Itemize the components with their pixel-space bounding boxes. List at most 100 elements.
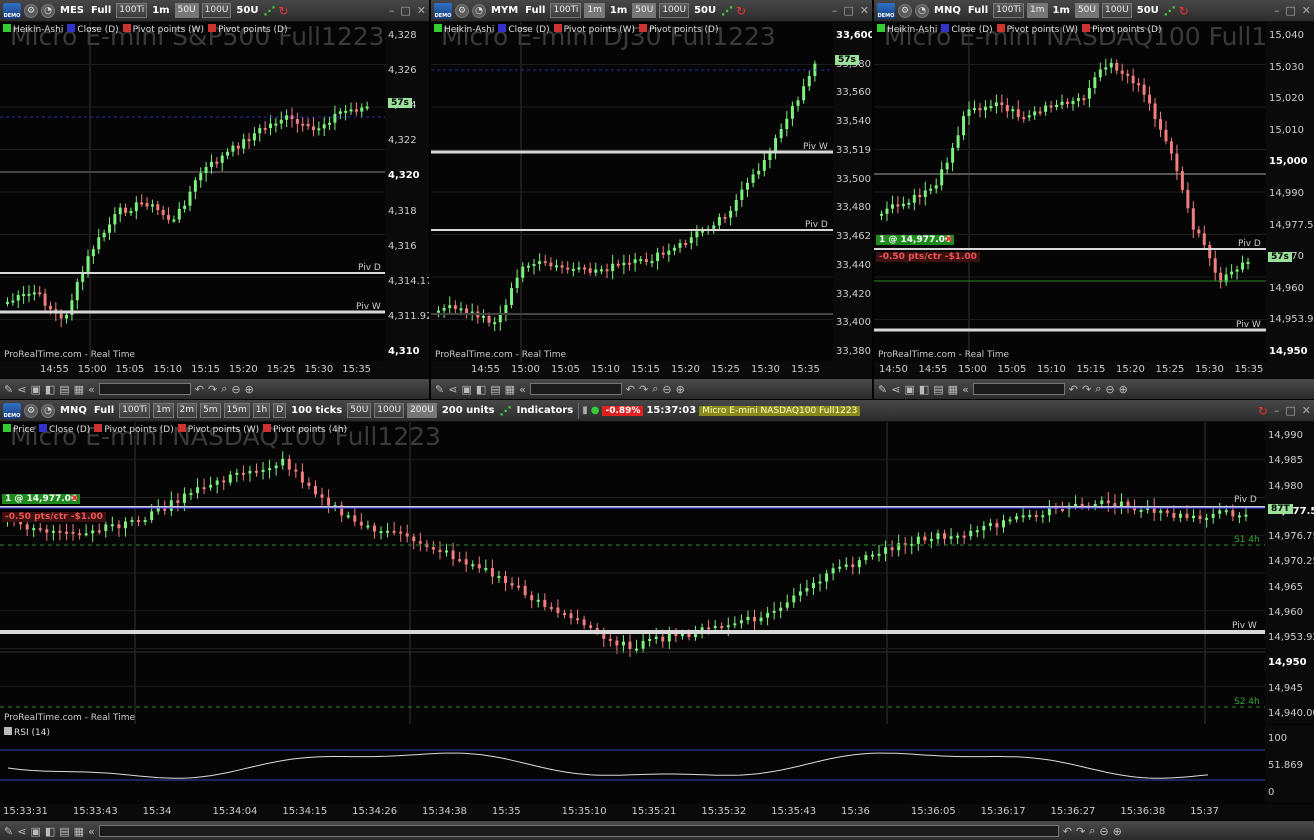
window-icon[interactable]: ◧ [919,383,929,396]
cursor-icon[interactable]: ▣ [30,383,40,396]
redo-icon[interactable]: ↷ [639,383,648,396]
legend-close-d[interactable]: Close (D) [941,24,993,35]
settings-icon[interactable]: ⚙ [24,403,38,418]
scrollbar[interactable] [972,383,1065,395]
cursor-icon[interactable]: ▣ [30,825,40,838]
btn-1m[interactable]: 1m [153,403,174,418]
chart-icon[interactable]: ▦ [74,383,84,396]
ticks-button[interactable]: 100Ti [550,3,582,18]
scroll-left-icon[interactable]: « [962,383,969,396]
indicators-icon[interactable]: ⋰ [500,404,512,418]
symbol-dropdown[interactable]: MES [58,5,86,16]
share-icon[interactable]: ⋖ [891,383,900,396]
share-icon[interactable]: ⋖ [17,383,26,396]
candles-mes[interactable]: Piv D Piv W [0,22,385,362]
chart-type-icon[interactable]: ⋰ [1164,4,1176,18]
units-100-button[interactable]: 100U [201,3,232,18]
minimize-icon[interactable]: – [389,4,395,17]
maximize-icon[interactable]: □ [1285,4,1295,17]
undo-icon[interactable]: ↶ [626,383,635,396]
zoom-out-icon[interactable]: ⊖ [1099,825,1108,838]
units-100-button[interactable]: 100U [1101,3,1132,18]
pencil-icon[interactable]: ✎ [878,383,887,396]
pencil-icon[interactable]: ✎ [435,383,444,396]
undo-icon[interactable]: ↶ [1069,383,1078,396]
zoom-out-icon[interactable]: ⊖ [231,383,240,396]
legend-heikin-ashi[interactable]: Heikin-Ashi [877,24,937,35]
close-position-icon[interactable]: ✖ [68,494,82,504]
redo-icon[interactable]: ↷ [1076,825,1085,838]
candles-mnq[interactable]: Piv D Piv W [874,22,1266,362]
cursor-icon[interactable]: ▣ [461,383,471,396]
units-dropdown[interactable]: 50U [1135,5,1161,16]
layout-icon[interactable]: ▤ [490,383,500,396]
window-icon[interactable]: ◧ [45,825,55,838]
ticks-button[interactable]: 100Ti [116,3,148,18]
legend-close-d[interactable]: Close (D) [498,24,550,35]
layout-icon[interactable]: ▤ [59,825,69,838]
link-icon[interactable]: ◔ [915,3,929,18]
legend-price[interactable]: Price [3,424,35,435]
settings-icon[interactable]: ⚙ [455,3,469,18]
candles-mym[interactable]: Piv W Piv D [431,22,833,362]
indicators-button[interactable]: Indicators [515,405,576,416]
legend-pivot-d[interactable]: Pivot points (D) [639,24,718,35]
btn-200u[interactable]: 200U [407,403,437,418]
scrollbar[interactable] [98,383,191,395]
refresh-icon[interactable]: ↻ [736,4,746,18]
settings-icon[interactable]: ⚙ [24,3,38,18]
share-icon[interactable]: ⋖ [448,383,457,396]
legend-pivot-d[interactable]: Pivot points (D) [94,424,174,435]
redo-icon[interactable]: ↷ [1082,383,1091,396]
btn-15m[interactable]: 15m [223,403,250,418]
btn-5m[interactable]: 5m [200,403,221,418]
zoom-in-icon[interactable]: ⊕ [1113,825,1122,838]
redo-icon[interactable]: ↷ [208,383,217,396]
units-100-button[interactable]: 100U [659,3,690,18]
ticks-dropdown[interactable]: 100 ticks [289,405,344,416]
candles-main[interactable]: Piv D S1 4h Piv W S2 4h [0,422,1265,724]
btn-100ti[interactable]: 100Ti [119,403,151,418]
share-icon[interactable]: ⋖ [17,825,26,838]
layout-icon[interactable]: ▤ [59,383,69,396]
timeframe-dropdown[interactable]: 1m [608,5,629,16]
units-dropdown[interactable]: 200 units [440,405,497,416]
close-icon[interactable]: ✕ [1302,404,1311,418]
legend-pivot-w[interactable]: Pivot points (W) [122,24,204,35]
legend-close-d[interactable]: Close (D) [38,424,90,435]
legend-pivot-d[interactable]: Pivot points (D) [1082,24,1161,35]
chart-type-icon[interactable]: ⋰ [721,4,733,18]
zoom-in-icon[interactable]: ⊕ [676,383,685,396]
scroll-left-icon[interactable]: « [88,825,95,838]
zoom-fit-icon[interactable]: ⌕ [1089,824,1095,838]
undo-icon[interactable]: ↶ [1063,825,1072,838]
btn-100u[interactable]: 100U [374,403,405,418]
refresh-icon[interactable]: ↻ [278,4,288,18]
symbol-dropdown[interactable]: MYM [489,5,520,16]
minimize-icon[interactable]: – [832,4,838,17]
ticks-button[interactable]: 100Ti [993,3,1025,18]
minute-button[interactable]: 1m [1027,3,1048,18]
maximize-icon[interactable]: □ [1285,404,1295,418]
layout-icon[interactable]: ▤ [933,383,943,396]
legend-pivot-w[interactable]: Pivot points (W) [553,24,635,35]
maximize-icon[interactable]: □ [843,4,853,17]
close-icon[interactable]: ✕ [860,4,869,17]
zoom-fit-icon[interactable]: ⌕ [221,382,227,396]
pencil-icon[interactable]: ✎ [4,383,13,396]
chart-icon[interactable]: ▦ [505,383,515,396]
close-icon[interactable]: ✕ [417,4,426,17]
info-icon[interactable]: ▮ [582,405,588,416]
legend-heikin-ashi[interactable]: Heikin-Ashi [3,24,63,35]
mode-dropdown[interactable]: Full [92,405,116,416]
symbol-dropdown[interactable]: MNQ [932,5,963,16]
zoom-fit-icon[interactable]: ⌕ [1095,382,1101,396]
refresh-icon[interactable]: ↻ [1258,404,1268,418]
timeframe-dropdown[interactable]: 1m [1051,5,1072,16]
scroll-left-icon[interactable]: « [519,383,526,396]
legend-pivot-w[interactable]: Pivot points (W) [996,24,1078,35]
link-icon[interactable]: ◔ [41,3,55,18]
zoom-fit-icon[interactable]: ⌕ [652,382,658,396]
mode-dropdown[interactable]: Full [523,5,547,16]
link-icon[interactable]: ◔ [472,3,486,18]
